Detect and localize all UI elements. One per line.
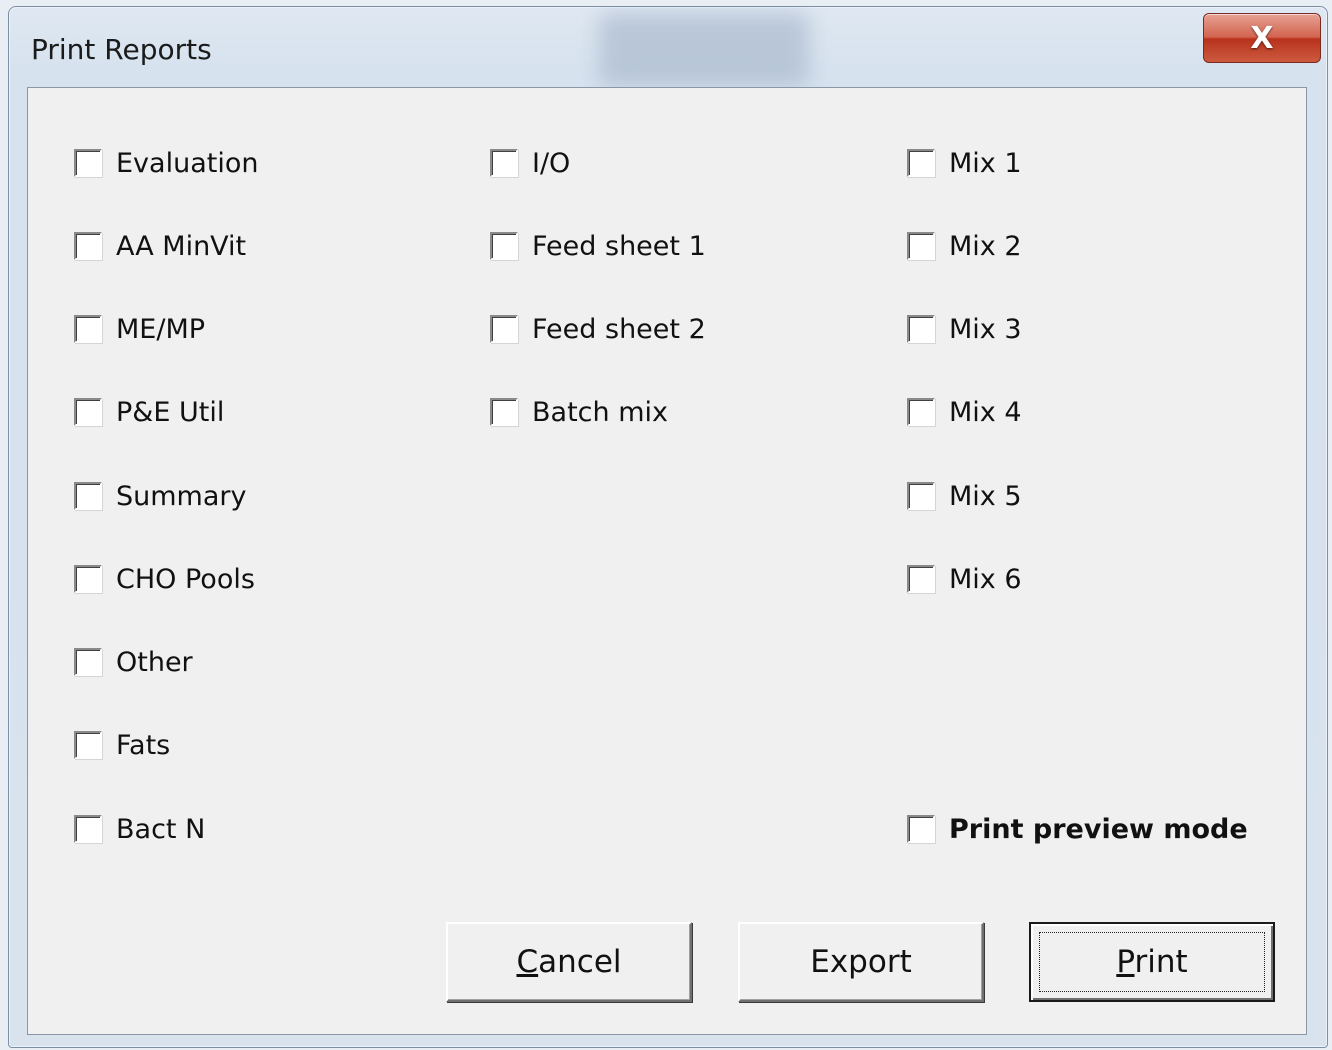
checkbox-label: Bact N <box>116 813 206 845</box>
checkbox-label: Print preview mode <box>949 813 1248 845</box>
checkbox-label: P&E Util <box>116 396 225 428</box>
checkbox-label: AA MinVit <box>116 230 247 262</box>
checkbox-label: Mix 2 <box>949 230 1022 262</box>
checkbox-label: Mix 5 <box>949 480 1022 512</box>
checkbox-batch-mix[interactable]: Batch mix <box>490 392 668 432</box>
checkbox-label: Fats <box>116 729 171 761</box>
checkbox-mix-2[interactable]: Mix 2 <box>907 226 1022 266</box>
checkbox-feed-sheet-2[interactable]: Feed sheet 2 <box>490 309 706 349</box>
checkbox-label: I/O <box>532 147 571 179</box>
cancel-button[interactable]: Cancel <box>446 922 692 1002</box>
print-button[interactable]: Print <box>1029 922 1275 1002</box>
title-bar[interactable]: Print Reports X <box>9 7 1327 87</box>
checkbox-box[interactable] <box>907 815 935 843</box>
checkbox-aa-minvit[interactable]: AA MinVit <box>74 226 246 266</box>
close-button[interactable]: X <box>1203 13 1321 63</box>
checkbox-box[interactable] <box>74 565 102 593</box>
checkbox-box[interactable] <box>490 232 518 260</box>
checkbox-mix-5[interactable]: Mix 5 <box>907 476 1022 516</box>
checkbox-mix-1[interactable]: Mix 1 <box>907 143 1022 183</box>
checkbox-print-preview-mode[interactable]: Print preview mode <box>907 809 1248 849</box>
checkbox-box[interactable] <box>74 232 102 260</box>
checkbox-box[interactable] <box>74 815 102 843</box>
window-title: Print Reports <box>31 33 212 66</box>
checkbox-label: Summary <box>116 480 247 512</box>
checkbox-bact-n[interactable]: Bact N <box>74 809 205 849</box>
checkbox-box[interactable] <box>907 315 935 343</box>
checkbox-io[interactable]: I/O <box>490 143 570 183</box>
checkbox-box[interactable] <box>907 232 935 260</box>
checkbox-me-mp[interactable]: ME/MP <box>74 309 205 349</box>
cancel-button-label: Cancel <box>516 944 622 980</box>
checkbox-fats[interactable]: Fats <box>74 725 170 765</box>
checkbox-cho-pools[interactable]: CHO Pools <box>74 559 255 599</box>
checkbox-box[interactable] <box>490 315 518 343</box>
export-button[interactable]: Export <box>738 922 984 1002</box>
checkbox-box[interactable] <box>74 315 102 343</box>
checkbox-mix-3[interactable]: Mix 3 <box>907 309 1022 349</box>
checkbox-box[interactable] <box>907 565 935 593</box>
checkbox-box[interactable] <box>490 398 518 426</box>
checkbox-label: Batch mix <box>532 396 668 428</box>
accelerator-key: C <box>516 944 539 980</box>
checkbox-other[interactable]: Other <box>74 642 193 682</box>
checkbox-label: Other <box>116 646 193 678</box>
checkbox-label: Mix 1 <box>949 147 1022 179</box>
checkbox-box[interactable] <box>490 149 518 177</box>
close-icon: X <box>1250 20 1274 56</box>
checkbox-box[interactable] <box>74 398 102 426</box>
checkbox-feed-sheet-1[interactable]: Feed sheet 1 <box>490 226 706 266</box>
checkbox-box[interactable] <box>907 398 935 426</box>
checkbox-label: Feed sheet 1 <box>532 230 706 262</box>
export-button-label: Export <box>810 944 912 980</box>
checkbox-evaluation[interactable]: Evaluation <box>74 143 258 183</box>
background-window-blur <box>599 13 809 87</box>
checkbox-mix-6[interactable]: Mix 6 <box>907 559 1022 599</box>
checkbox-box[interactable] <box>907 149 935 177</box>
checkbox-mix-4[interactable]: Mix 4 <box>907 392 1022 432</box>
dialog-client-area: Evaluation AA MinVit ME/MP P&E Util Summ… <box>27 87 1307 1035</box>
checkbox-label: ME/MP <box>116 313 206 345</box>
checkbox-box[interactable] <box>74 731 102 759</box>
checkbox-label: Feed sheet 2 <box>532 313 706 345</box>
checkbox-box[interactable] <box>907 482 935 510</box>
checkbox-label: Evaluation <box>116 147 259 179</box>
checkbox-box[interactable] <box>74 648 102 676</box>
checkbox-label: Mix 4 <box>949 396 1022 428</box>
checkbox-pe-util[interactable]: P&E Util <box>74 392 224 432</box>
focus-rectangle <box>1039 932 1265 992</box>
checkbox-label: CHO Pools <box>116 563 255 595</box>
print-reports-dialog: Print Reports X Evaluation AA MinVit ME/… <box>8 6 1328 1048</box>
checkbox-summary[interactable]: Summary <box>74 476 246 516</box>
checkbox-box[interactable] <box>74 149 102 177</box>
checkbox-label: Mix 3 <box>949 313 1022 345</box>
checkbox-box[interactable] <box>74 482 102 510</box>
checkbox-label: Mix 6 <box>949 563 1022 595</box>
